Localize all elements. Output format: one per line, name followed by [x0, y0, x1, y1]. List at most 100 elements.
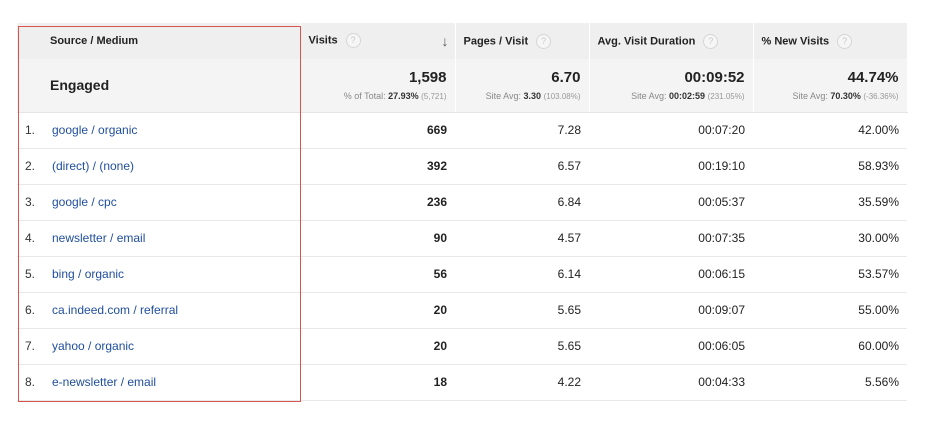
new-visits-cell: 60.00% — [753, 328, 907, 365]
row-index: 6. — [25, 303, 36, 317]
source-cell: 3. google / cpc — [17, 184, 300, 221]
visits-cell: 236 — [300, 184, 455, 221]
help-icon[interactable]: ? — [837, 33, 853, 49]
duration-cell: 00:06:05 — [589, 328, 753, 365]
column-header-avg-visit-duration[interactable]: Avg. Visit Duration? — [589, 23, 754, 59]
analytics-table: Source / Medium Visits? ↓ Pages / Visit? … — [17, 23, 908, 401]
column-header-label: Pages / Visit — [463, 34, 529, 47]
summary-visits-cell: 1,598 % of Total: 27.93% (5,721) — [300, 59, 456, 113]
column-header-source-medium[interactable]: Source / Medium — [17, 23, 301, 59]
source-medium-link[interactable]: google / cpc — [52, 195, 117, 209]
subtext-extra: (-36.36%) — [863, 91, 899, 101]
subtext-extra: (5,721) — [421, 91, 447, 101]
row-index: 7. — [25, 339, 36, 353]
duration-cell: 00:06:15 — [589, 256, 753, 293]
new-visits-cell: 30.00% — [753, 220, 907, 257]
column-header-new-visits[interactable]: % New Visits? — [753, 23, 908, 59]
source-cell: 6. ca.indeed.com / referral — [17, 292, 300, 329]
subtext-extra: (231.05%) — [707, 91, 745, 101]
table-row: 7. yahoo / organic 20 5.65 00:06:05 60.00… — [17, 328, 907, 365]
subtext-value: 3.30 — [523, 90, 542, 101]
summary-duration-subtext: Site Avg: 00:02:59 (231.05%) — [590, 90, 745, 103]
subtext-extra: (103.08%) — [543, 91, 581, 101]
subtext-value: 70.30% — [830, 90, 861, 101]
source-cell: 2. (direct) / (none) — [17, 148, 300, 185]
row-index: 5. — [25, 267, 36, 281]
table-row: 4. newsletter / email 90 4.57 00:07:35 30… — [17, 220, 907, 257]
column-header-pages-per-visit[interactable]: Pages / Visit? — [455, 23, 590, 59]
table-row: 3. google / cpc 236 6.84 00:05:37 35.59% — [17, 184, 907, 221]
duration-cell: 00:07:35 — [589, 220, 753, 257]
source-medium-link[interactable]: ca.indeed.com / referral — [52, 303, 178, 317]
new-visits-cell: 53.57% — [753, 256, 907, 293]
new-visits-cell: 42.00% — [753, 112, 907, 149]
help-icon[interactable]: ? — [703, 33, 719, 49]
help-icon[interactable]: ? — [536, 33, 552, 49]
summary-visits-value: 1,598 — [408, 68, 447, 86]
row-index: 8. — [25, 375, 36, 389]
pages-cell: 6.14 — [455, 256, 589, 293]
row-index: 1. — [25, 123, 36, 137]
source-medium-link[interactable]: yahoo / organic — [52, 339, 134, 353]
visits-cell: 20 — [300, 328, 455, 365]
pages-cell: 4.57 — [455, 220, 589, 257]
pages-cell: 5.65 — [455, 292, 589, 329]
subtext-value: 27.93% — [388, 90, 419, 101]
pages-cell: 6.84 — [455, 184, 589, 221]
duration-cell: 00:19:10 — [589, 148, 753, 185]
visits-cell: 669 — [300, 112, 455, 149]
column-header-label: % New Visits — [761, 34, 830, 47]
source-medium-link[interactable]: bing / organic — [52, 267, 124, 281]
help-icon[interactable]: ? — [345, 33, 361, 48]
row-index: 3. — [25, 195, 36, 209]
column-header-label: Source / Medium — [50, 35, 139, 47]
duration-cell: 00:07:20 — [589, 112, 753, 149]
summary-new-visits-value: 44.74% — [847, 68, 899, 86]
summary-new-visits-cell: 44.74% Site Avg: 70.30% (-36.36%) — [753, 59, 908, 113]
table-row: 1. google / organic 669 7.28 00:07:20 42.… — [17, 112, 907, 149]
column-header-label: Visits — [308, 34, 338, 47]
table-row: 5. bing / organic 56 6.14 00:06:15 53.57% — [17, 256, 907, 293]
source-cell: 5. bing / organic — [17, 256, 300, 293]
sort-descending-icon[interactable]: ↓ — [442, 33, 449, 49]
summary-new-visits-subtext: Site Avg: 70.30% (-36.36%) — [754, 90, 899, 103]
column-header-label: Avg. Visit Duration — [597, 34, 696, 47]
source-cell: 8. e-newsletter / email — [17, 364, 300, 401]
subtext-value: 00:02:59 — [669, 90, 706, 101]
visits-cell: 392 — [300, 148, 455, 185]
subtext-prefix: Site Avg: — [792, 90, 831, 101]
duration-cell: 00:05:37 — [589, 184, 753, 221]
source-cell: 1. google / organic — [17, 112, 300, 149]
table-row: 6. ca.indeed.com / referral 20 5.65 00:09… — [17, 292, 907, 329]
table-header-row: Source / Medium Visits? ↓ Pages / Visit? … — [17, 23, 908, 59]
duration-cell: 00:04:33 — [589, 364, 753, 401]
source-medium-link[interactable]: google / organic — [52, 123, 137, 137]
visits-cell: 90 — [300, 220, 455, 257]
duration-cell: 00:09:07 — [589, 292, 753, 329]
source-cell: 4. newsletter / email — [17, 220, 300, 257]
new-visits-cell: 58.93% — [753, 148, 907, 185]
new-visits-cell: 35.59% — [753, 184, 907, 221]
row-index: 2. — [25, 159, 36, 173]
source-medium-link[interactable]: (direct) / (none) — [52, 159, 134, 173]
table-row: 2. (direct) / (none) 392 6.57 00:19:10 58… — [17, 148, 907, 185]
segment-label: Engaged — [17, 59, 301, 113]
summary-row: Engaged 1,598 % of Total: 27.93% (5,721)… — [17, 59, 908, 113]
source-medium-link[interactable]: e-newsletter / email — [52, 375, 156, 389]
summary-duration-cell: 00:09:52 Site Avg: 00:02:59 (231.05%) — [589, 59, 754, 113]
summary-duration-value: 00:09:52 — [684, 68, 745, 86]
pages-cell: 7.28 — [455, 112, 589, 149]
subtext-prefix: Site Avg: — [485, 90, 524, 101]
pages-cell: 6.57 — [455, 148, 589, 185]
new-visits-cell: 55.00% — [753, 292, 907, 329]
visits-cell: 20 — [300, 292, 455, 329]
row-index: 4. — [25, 231, 36, 245]
summary-pages-cell: 6.70 Site Avg: 3.30 (103.08%) — [455, 59, 590, 113]
source-medium-link[interactable]: newsletter / email — [52, 231, 145, 245]
pages-cell: 4.22 — [455, 364, 589, 401]
summary-visits-subtext: % of Total: 27.93% (5,721) — [301, 90, 447, 103]
column-header-visits[interactable]: Visits? ↓ — [300, 23, 456, 59]
table-row: 8. e-newsletter / email 18 4.22 00:04:33 … — [17, 364, 907, 401]
visits-cell: 18 — [300, 364, 455, 401]
summary-pages-value: 6.70 — [551, 68, 581, 86]
